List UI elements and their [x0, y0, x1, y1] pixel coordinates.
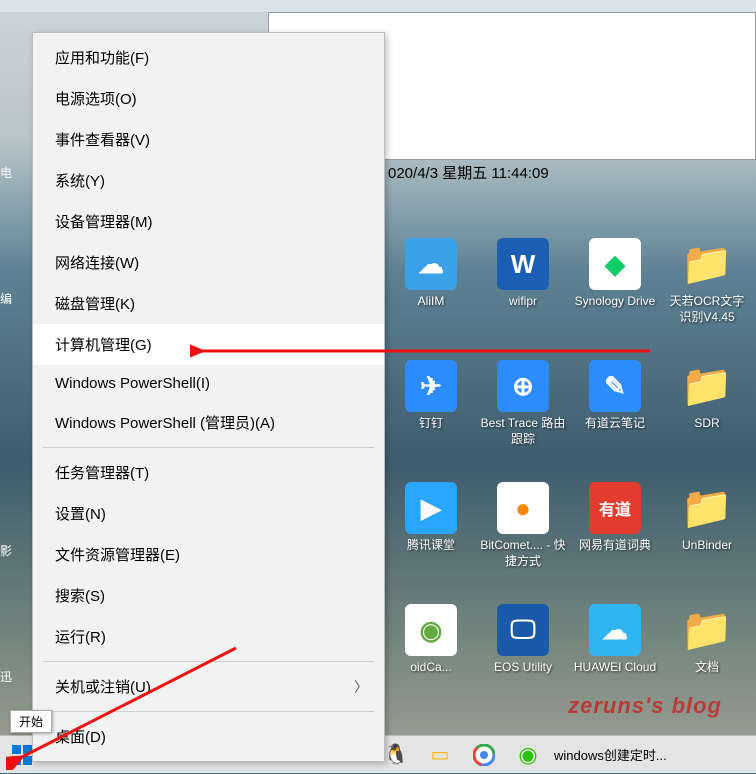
menu-separator: [43, 447, 374, 448]
app-icon: 有道: [589, 482, 641, 534]
app-icon: ✈: [405, 360, 457, 412]
start-tooltip: 开始: [10, 710, 52, 733]
desktop-icon[interactable]: ⊕ Best Trace 路由跟踪: [480, 360, 566, 447]
desktop-icon[interactable]: ☁ AliIM: [388, 238, 474, 310]
folder-icon: 📁: [681, 238, 733, 290]
menu-event-viewer[interactable]: 事件查看器(V): [33, 119, 384, 160]
menu-device-manager[interactable]: 设备管理器(M): [33, 201, 384, 242]
desktop-icon-label: UnBinder: [664, 538, 750, 554]
menu-file-explorer[interactable]: 文件资源管理器(E): [33, 534, 384, 575]
desktop-icon-label: Best Trace 路由跟踪: [480, 416, 566, 447]
menu-search[interactable]: 搜索(S): [33, 575, 384, 616]
desktop-icon-label: al: [746, 294, 756, 310]
watermark: zeruns's blog: [568, 693, 722, 719]
menu-settings[interactable]: 设置(N): [33, 493, 384, 534]
menu-run[interactable]: 运行(R): [33, 616, 384, 657]
desktop-icon-label: 第力: [746, 538, 756, 554]
menu-shutdown-signout[interactable]: 关机或注销(U) 〉: [33, 666, 384, 707]
app-icon: ◉: [405, 604, 457, 656]
desktop-icon[interactable]: 有道网易有道词典: [572, 482, 658, 554]
cropped-label: 迅: [0, 666, 12, 687]
app-icon: ●: [497, 482, 549, 534]
folder-icon: 📁: [681, 604, 733, 656]
folder-icon: 📁: [681, 360, 733, 412]
app-icon: W: [497, 238, 549, 290]
desktop-icon[interactable]: 📁 SDR: [664, 360, 750, 432]
desktop-icon[interactable]: 📁 文档: [664, 604, 750, 676]
taskbar-chrome-icon[interactable]: [462, 736, 506, 774]
desktop-icon-label: 有道云笔记: [572, 416, 658, 432]
desktop-icon-label: 网易有道词典: [572, 538, 658, 554]
menu-task-manager[interactable]: 任务管理器(T): [33, 452, 384, 493]
menu-computer-management[interactable]: 计算机管理(G): [33, 324, 384, 365]
desktop-icon[interactable]: 📁第力: [746, 604, 756, 676]
desktop-icon-label: SDR: [664, 416, 750, 432]
desktop-icon-label: Synology Drive: [572, 294, 658, 310]
desktop-icon[interactable]: 🖵 EOS Utility: [480, 604, 566, 676]
desktop-icon[interactable]: 📁al: [746, 238, 756, 310]
desktop-icon[interactable]: 📁 天若OCR文字识别V4.45: [664, 238, 750, 325]
cropped-label: 电: [0, 162, 12, 183]
datetime-text: 020/4/3 星期五 11:44:09: [388, 162, 549, 183]
desktop-icon-label: BitComet.... - 快捷方式: [480, 538, 566, 569]
desktop-icon-label: HUAWEI Cloud: [572, 660, 658, 676]
menu-powershell[interactable]: Windows PowerShell(I): [33, 365, 384, 402]
menu-power-options[interactable]: 电源选项(O): [33, 78, 384, 119]
cropped-label: 编: [0, 288, 12, 309]
desktop-icon[interactable]: ● BitComet.... - 快捷方式: [480, 482, 566, 569]
menu-separator: [43, 661, 374, 662]
desktop-icon-label: 天若OCR文字识别V4.45: [664, 294, 750, 325]
folder-icon: 📁: [681, 482, 733, 534]
chevron-right-icon: 〉: [354, 677, 368, 697]
menu-system[interactable]: 系统(Y): [33, 160, 384, 201]
desktop-icon-label: 文档: [664, 660, 750, 676]
menu-powershell-admin[interactable]: Windows PowerShell (管理员)(A): [33, 402, 384, 443]
app-icon: ☁: [405, 238, 457, 290]
top-strip: [0, 0, 756, 12]
desktop-icon[interactable]: ◉ oidCa...: [388, 604, 474, 676]
desktop-icon[interactable]: Wwifipr: [480, 238, 566, 310]
app-icon: ⊕: [497, 360, 549, 412]
desktop-icon-label: EOS Utility: [480, 660, 566, 676]
desktop-icon-label: oidCa...: [388, 660, 474, 676]
desktop-icon-label: 腾讯课堂: [388, 538, 474, 554]
cropped-label: 影: [0, 540, 12, 561]
desktop-icon-label: wifipr: [480, 294, 566, 310]
menu-label: 关机或注销(U): [55, 679, 151, 696]
menu-apps-features[interactable]: 应用和功能(F): [33, 37, 384, 78]
desktop-icon[interactable]: ▶ 腾讯课堂: [388, 482, 474, 554]
desktop-icon[interactable]: ☁ HUAWEI Cloud: [572, 604, 658, 676]
menu-desktop[interactable]: 桌面(D): [33, 716, 384, 757]
menu-network-connections[interactable]: 网络连接(W): [33, 242, 384, 283]
taskbar-explorer-icon[interactable]: ▭: [418, 736, 462, 774]
desktop-icon[interactable]: ◆ Synology Drive: [572, 238, 658, 310]
app-icon: ✎: [589, 360, 641, 412]
desktop-icon[interactable]: 📁 UnBinder: [664, 482, 750, 554]
desktop-icon[interactable]: 📁第力: [746, 482, 756, 554]
menu-separator: [43, 711, 374, 712]
desktop-icon[interactable]: ✈ 钉钉: [388, 360, 474, 432]
start-context-menu: 应用和功能(F) 电源选项(O) 事件查看器(V) 系统(Y) 设备管理器(M)…: [32, 32, 385, 762]
app-icon: ▶: [405, 482, 457, 534]
taskbar-wechat-icon[interactable]: ◉: [506, 736, 550, 774]
app-icon: ◆: [589, 238, 641, 290]
menu-disk-management[interactable]: 磁盘管理(K): [33, 283, 384, 324]
app-icon: ☁: [589, 604, 641, 656]
desktop-icon-label: AliIM: [388, 294, 474, 310]
desktop-icon-label: 第力: [746, 660, 756, 676]
desktop-icon-label: 钉钉: [388, 416, 474, 432]
taskbar-window-title[interactable]: windows创建定时...: [554, 745, 667, 764]
app-icon: 🖵: [497, 604, 549, 656]
desktop-icon[interactable]: ✎ 有道云笔记: [572, 360, 658, 432]
